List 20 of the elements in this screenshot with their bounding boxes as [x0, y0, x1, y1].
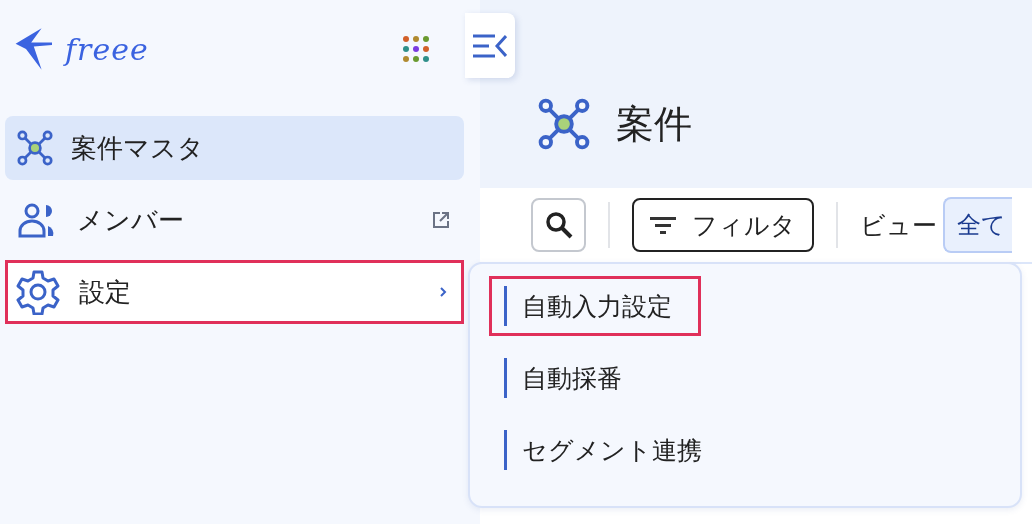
- sidebar-item[interactable]: 案件マスタ: [5, 116, 464, 180]
- nodes-icon: [538, 98, 590, 150]
- page-title: 案件: [616, 100, 692, 148]
- view-label: ビュー: [860, 209, 937, 242]
- apps-grid-icon[interactable]: [402, 35, 430, 63]
- filter-button[interactable]: フィルタ: [632, 198, 814, 252]
- external-link-icon: [432, 211, 450, 229]
- gear-icon: [15, 269, 61, 315]
- filter-icon: [650, 215, 676, 235]
- collapse-sidebar-button[interactable]: [465, 13, 515, 78]
- submenu-item[interactable]: 自動入力設定: [489, 276, 701, 336]
- nodes-icon: [17, 130, 53, 166]
- chevron-right-icon: [439, 286, 447, 298]
- logo[interactable]: freee: [13, 23, 149, 75]
- sidebar-item[interactable]: メンバー: [5, 188, 464, 252]
- view-tab[interactable]: 全て: [943, 197, 1012, 253]
- sidebar-item[interactable]: 設定: [5, 260, 464, 324]
- search-button[interactable]: [531, 198, 586, 252]
- search-icon: [543, 210, 574, 240]
- collapse-icon: [473, 32, 507, 59]
